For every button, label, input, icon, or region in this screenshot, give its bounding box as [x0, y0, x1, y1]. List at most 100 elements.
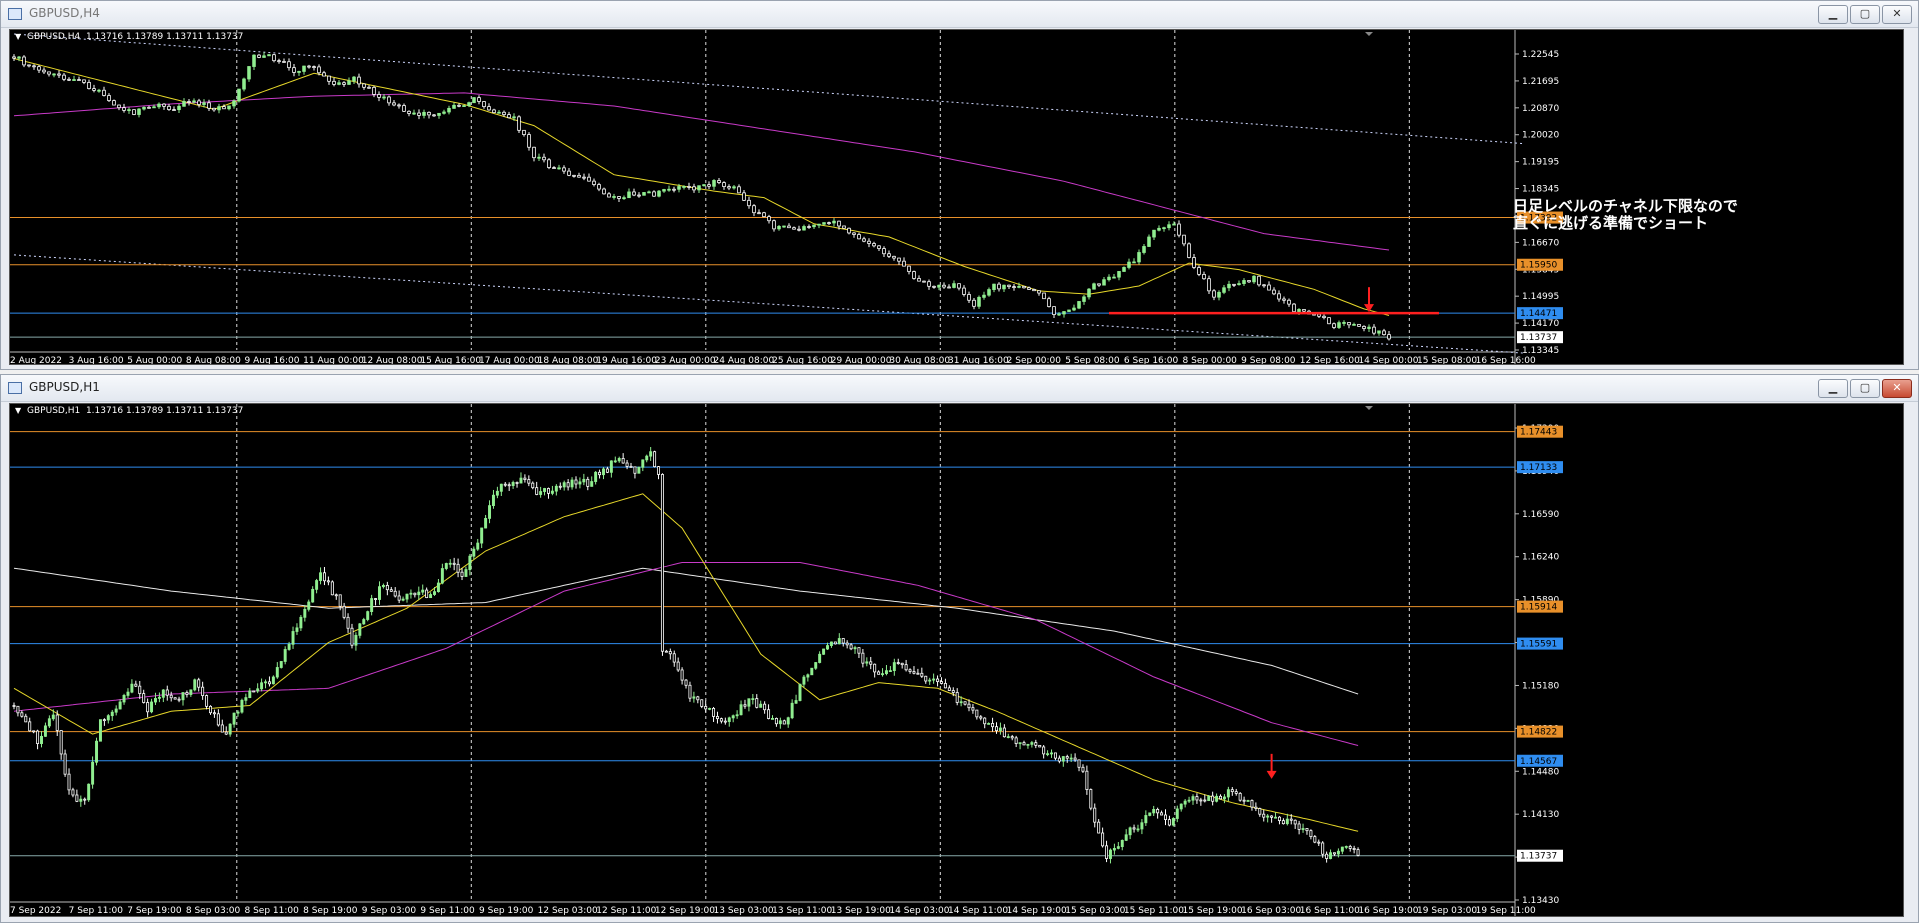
candle-bear [767, 709, 771, 719]
candle-bear [546, 488, 550, 494]
candle-bear [625, 462, 629, 467]
maximize-button[interactable]: ▢ [1850, 5, 1880, 24]
candle-bear [102, 719, 106, 722]
candle-bear [338, 594, 342, 607]
candle-bull [192, 100, 196, 103]
candle-bear [869, 661, 873, 665]
candle-bear [747, 199, 751, 207]
chart-window-h4[interactable]: GBPUSD,H4 ▁ ▢ ✕ ▼ GBPUSD,H4 1.13716 1.13… [0, 0, 1919, 370]
time-axis-label: 2 Sep 00:00 [1007, 356, 1062, 364]
candle-bull [127, 109, 131, 112]
candle-bear [1073, 757, 1077, 761]
candle-bear [1132, 827, 1136, 830]
candle-bear [77, 79, 81, 81]
candle-bear [27, 64, 31, 67]
candle-bear [342, 82, 346, 85]
candle-bear [502, 111, 506, 116]
minimize-button[interactable]: ▁ [1818, 5, 1848, 24]
candle-bull [1242, 280, 1246, 284]
candle-bull [43, 725, 47, 737]
price-axis-label: 1.15180 [1522, 681, 1559, 691]
candle-bear [1042, 292, 1046, 300]
candle-bull [362, 619, 366, 625]
price-chart-h4[interactable]: ▼ GBPUSD,H4 1.13716 1.13789 1.13711 1.13… [9, 29, 1904, 365]
candle-bear [222, 106, 226, 110]
candle-bear [742, 192, 746, 201]
candle-bear [55, 714, 59, 731]
candle-bear [185, 692, 189, 695]
candle-bull [884, 670, 888, 675]
candle-bull [987, 289, 991, 296]
candle-bull [468, 555, 472, 570]
candle-bull [1336, 850, 1340, 855]
candle-bull [271, 676, 275, 685]
candle-bull [464, 569, 468, 577]
candle-bull [612, 196, 616, 198]
time-axis-label: 12 Sep 03:00 [538, 906, 598, 916]
candle-bull [295, 627, 299, 632]
candle-bear [1199, 799, 1203, 802]
time-axis-label: 31 Aug 16:00 [948, 356, 1009, 364]
candle-bull [802, 676, 806, 685]
time-axis-label: 8 Sep 00:00 [1183, 356, 1238, 364]
candle-bear [47, 71, 51, 75]
minimize-button[interactable]: ▁ [1818, 379, 1848, 398]
close-button[interactable]: ✕ [1882, 5, 1912, 24]
candle-bull [1062, 311, 1066, 315]
candle-bear [37, 66, 41, 71]
candle-bull [366, 611, 370, 620]
candle-bull [519, 477, 523, 484]
window-title: GBPUSD,H4 [29, 6, 100, 20]
window-titlebar[interactable]: GBPUSD,H1 ▁ ▢ ✕ [1, 375, 1918, 402]
candle-bear [492, 109, 496, 114]
chart-canvas[interactable]: 7 Sep 2022 7 Sep 11:00 7 Sep 19:00 8 Sep 03… [10, 404, 1903, 916]
candle-bull [590, 481, 594, 487]
price-chart-h1[interactable]: ▼ GBPUSD,H1 1.13716 1.13789 1.13711 1.13… [9, 403, 1904, 917]
candle-bear [1197, 267, 1201, 275]
candle-bull [106, 715, 110, 721]
candle-bear [165, 689, 169, 696]
collapse-triangle-icon[interactable]: ▼ [15, 406, 21, 415]
window-titlebar[interactable]: GBPUSD,H4 ▁ ▢ ✕ [1, 1, 1918, 28]
price-axis-label: 1.13430 [1522, 896, 1559, 906]
maximize-button[interactable]: ▢ [1850, 379, 1880, 398]
candle-bull [1112, 847, 1116, 851]
collapse-triangle-icon[interactable]: ▼ [15, 32, 21, 41]
candle-bull [1142, 246, 1146, 253]
candle-bull [1171, 818, 1175, 826]
candle-bull [732, 186, 736, 189]
candle-bull [1167, 224, 1171, 229]
candle-bull [110, 711, 114, 717]
candle-bull [1067, 309, 1071, 312]
candle-bear [1372, 326, 1376, 334]
candle-bull [429, 594, 433, 599]
candle-bear [951, 690, 955, 693]
candle-bull [1222, 796, 1226, 800]
candle-bull [932, 678, 936, 681]
candle-bear [1317, 841, 1321, 844]
candle-bull [937, 284, 941, 288]
candle-bull [550, 490, 554, 494]
price-axis-label: 1.22545 [1522, 50, 1559, 60]
candle-bull [248, 690, 252, 699]
candle-bear [767, 216, 771, 222]
chart-window-h1[interactable]: GBPUSD,H1 ▁ ▢ ✕ ▼ GBPUSD,H1 1.13716 1.13… [0, 374, 1919, 923]
candle-bull [771, 718, 774, 720]
candle-bear [487, 106, 491, 111]
candle-bull [1187, 799, 1191, 802]
candle-bear [507, 114, 511, 119]
candle-bear [367, 86, 371, 89]
candle-bear [1254, 806, 1258, 809]
candle-bear [1047, 298, 1051, 308]
candle-bull [442, 111, 446, 114]
chart-shift-marker-icon [1365, 406, 1373, 410]
candle-bear [342, 605, 346, 618]
price-axis-label: 1.20870 [1522, 104, 1559, 114]
candle-bear [972, 299, 976, 307]
candle-bull [594, 471, 598, 482]
candle-bear [904, 664, 908, 671]
candle-bull [189, 689, 193, 695]
close-button[interactable]: ✕ [1882, 379, 1912, 398]
candle-bear [22, 56, 26, 66]
chart-window-icon [8, 382, 22, 394]
